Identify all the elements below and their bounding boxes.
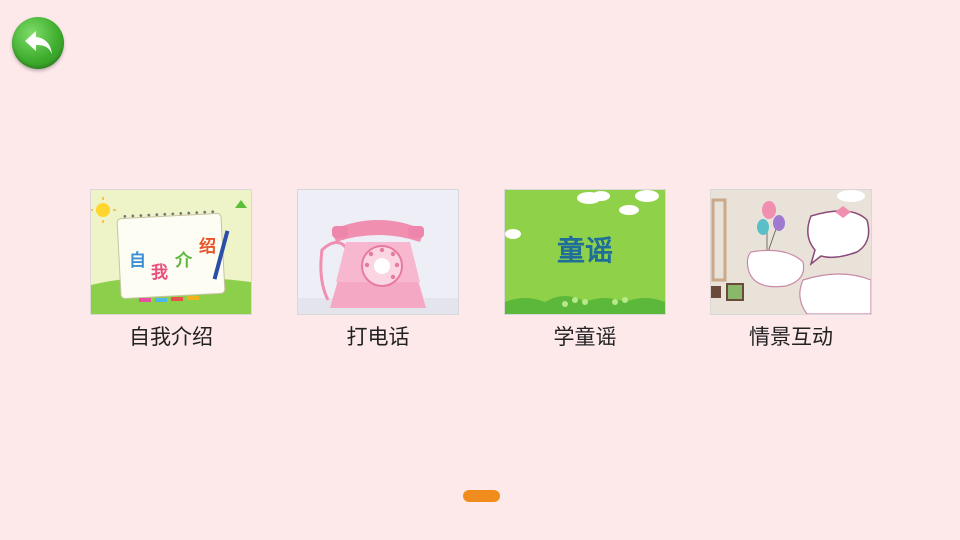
back-arrow-icon [25,31,52,54]
card-phone-call[interactable]: 打电话 [297,189,459,351]
card-label: 学童谣 [553,325,617,349]
balloons-image [710,189,872,315]
notebook-char-4: 绍 [199,236,216,257]
back-button[interactable] [12,17,64,69]
notebook-char-3: 介 [174,250,193,271]
nursery-rhyme-image: 童谣 [504,189,666,315]
nursery-rhyme-title: 童谣 [557,234,613,267]
card-label: 打电话 [346,325,410,349]
page-indicator-active[interactable] [463,490,500,502]
card-scene-interaction[interactable]: 情景互动 [710,189,872,351]
notebook-image: 自 我 介 绍 [90,189,252,315]
card-nursery-rhymes[interactable]: 童谣 学童谣 [504,189,666,351]
telephone-image [297,189,459,315]
notebook-char-2: 我 [151,263,168,283]
card-label: 情景互动 [749,325,833,349]
card-self-introduction[interactable]: 自 我 介 绍 自我介绍 [90,189,252,351]
notebook-char-1: 自 [129,250,146,271]
card-label: 自我介绍 [129,325,213,349]
